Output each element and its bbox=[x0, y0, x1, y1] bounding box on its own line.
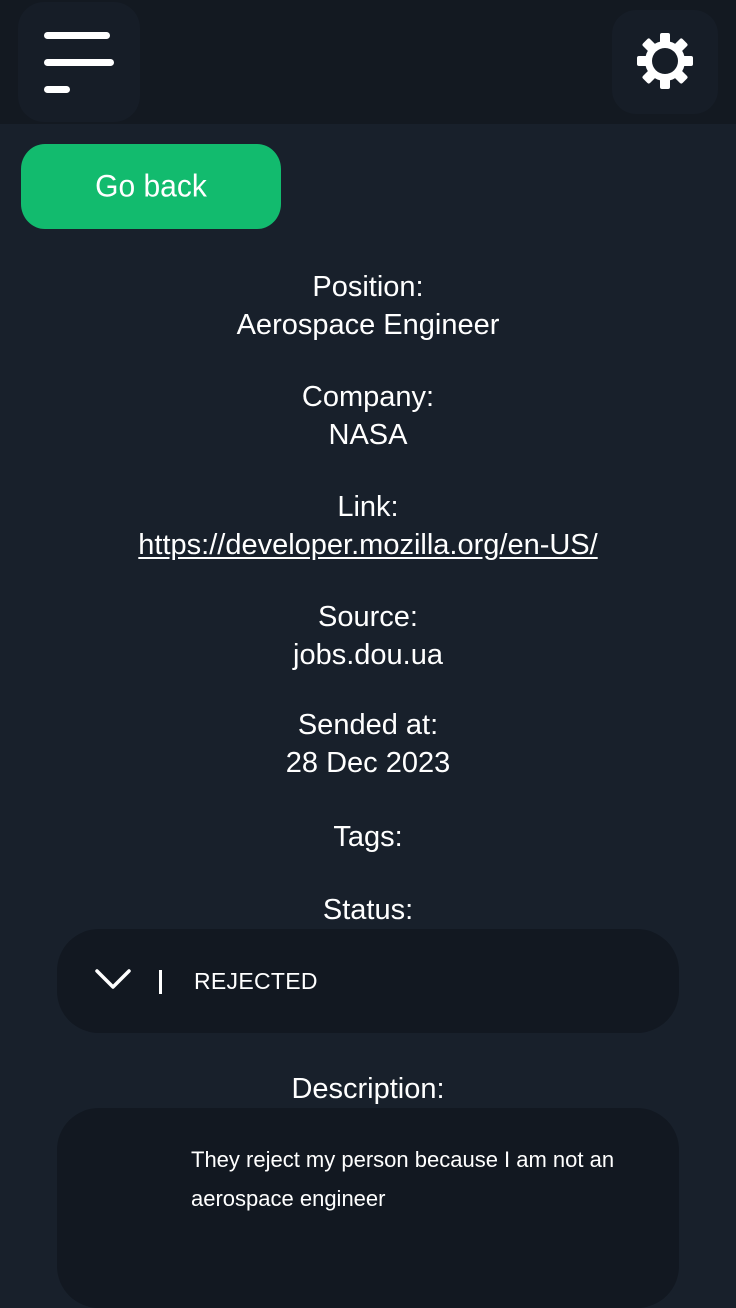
company-field: Company: NASA bbox=[0, 378, 736, 454]
sended-field: Sended at: 28 Dec 2023 bbox=[0, 706, 736, 782]
source-field: Source: jobs.dou.ua bbox=[0, 598, 736, 674]
tags-field: Tags: bbox=[0, 818, 736, 856]
tags-label: Tags: bbox=[333, 821, 403, 853]
menu-button[interactable] bbox=[18, 2, 140, 122]
sended-value: 28 Dec 2023 bbox=[285, 747, 451, 779]
job-link[interactable]: https://developer.mozilla.org/en-US/ bbox=[0, 526, 736, 564]
description-box: They reject my person because I am not a… bbox=[57, 1108, 679, 1308]
sended-label: Sended at: bbox=[297, 709, 439, 741]
status-field: Status: bbox=[0, 891, 736, 929]
description-label: Description: bbox=[291, 1073, 445, 1105]
gear-icon bbox=[637, 33, 693, 89]
dropdown-divider bbox=[159, 970, 162, 994]
settings-button[interactable] bbox=[612, 10, 718, 114]
description-text: They reject my person because I am not a… bbox=[191, 1147, 615, 1211]
status-label: Status: bbox=[322, 894, 414, 926]
position-value: Aerospace Engineer bbox=[236, 309, 500, 341]
company-label: Company: bbox=[301, 381, 435, 413]
source-value: jobs.dou.ua bbox=[293, 639, 443, 671]
status-dropdown[interactable]: REJECTED bbox=[57, 929, 679, 1033]
link-field: Link: https://developer.mozilla.org/en-U… bbox=[0, 488, 736, 564]
link-label: Link: bbox=[337, 491, 399, 523]
position-field: Position: Aerospace Engineer bbox=[0, 268, 736, 344]
chevron-down-icon bbox=[95, 969, 131, 989]
go-back-button[interactable]: Go back bbox=[21, 143, 281, 230]
status-value: REJECTED bbox=[194, 968, 318, 994]
source-label: Source: bbox=[318, 601, 418, 633]
company-value: NASA bbox=[328, 419, 408, 451]
position-label: Position: bbox=[312, 271, 424, 303]
top-bar bbox=[0, 0, 736, 124]
